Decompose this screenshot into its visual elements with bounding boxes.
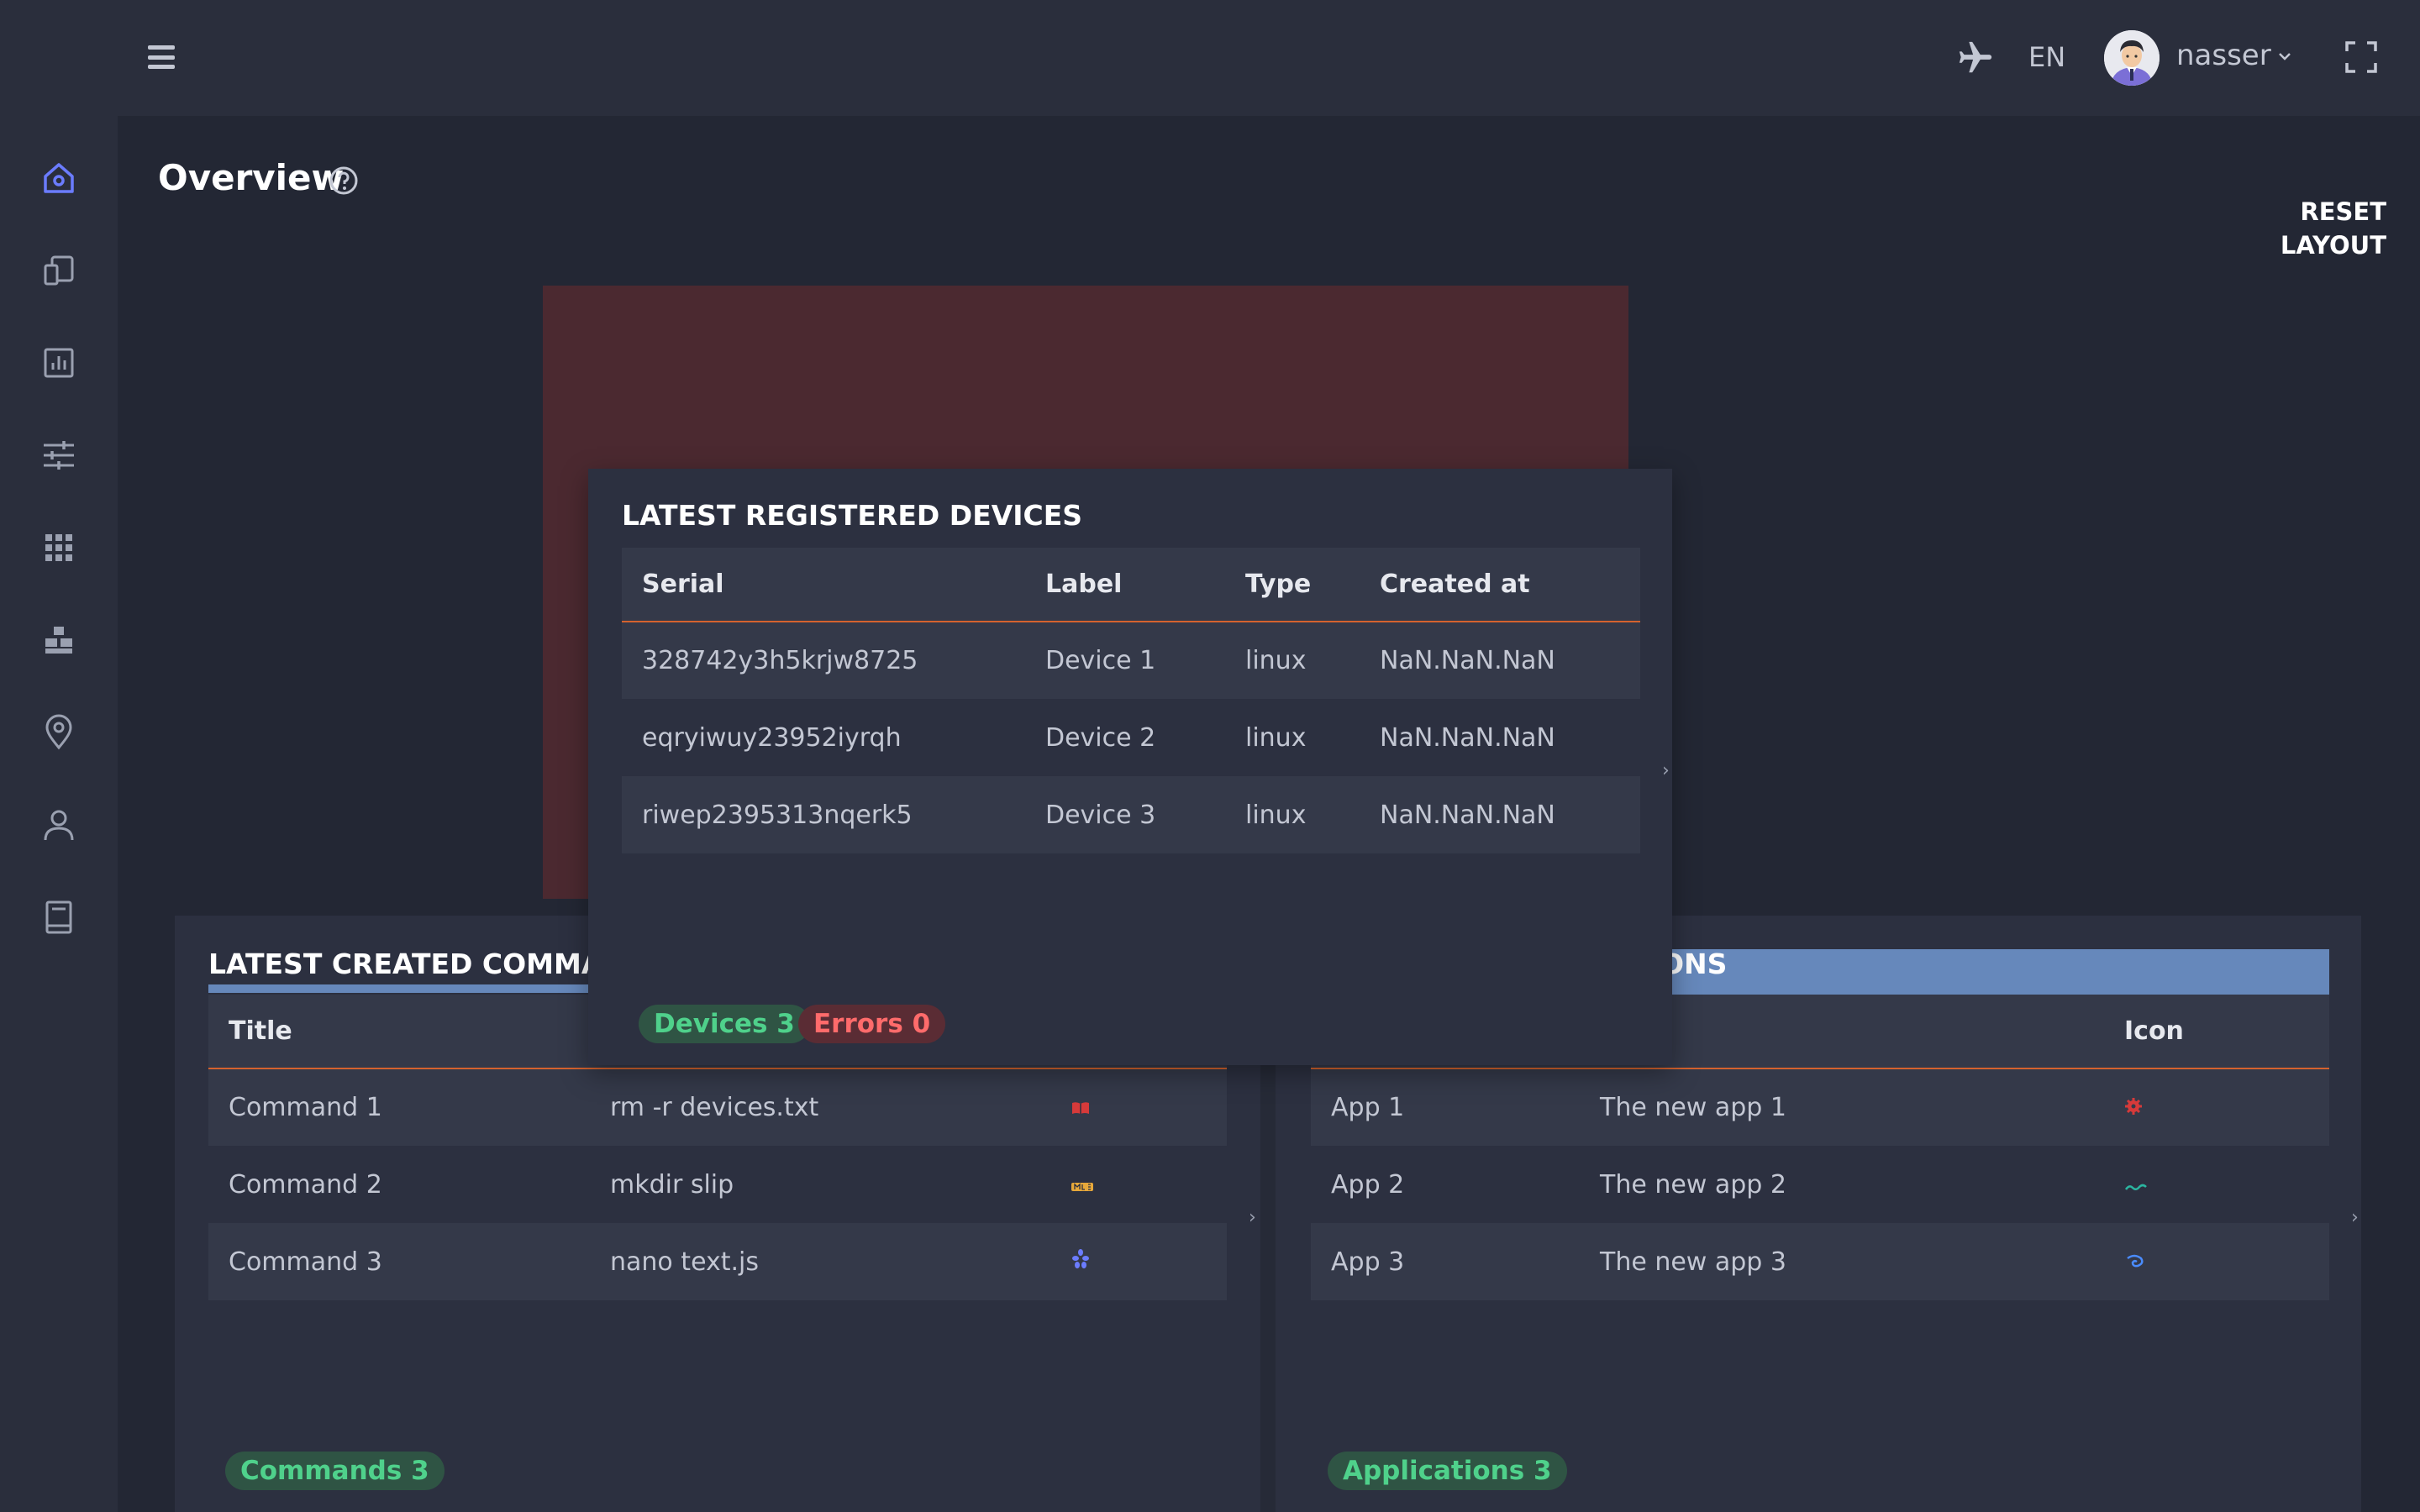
app-description: The new app 2 <box>1580 1146 2104 1223</box>
table-row[interactable]: riwep2395313nqerk5 Device 3 linux NaN.Na… <box>622 776 1640 853</box>
device-serial: riwep2395313nqerk5 <box>622 776 1025 853</box>
scroll-right-icon[interactable]: › <box>1662 762 1679 780</box>
devices-icon[interactable] <box>40 252 77 289</box>
device-label: Device 1 <box>1025 622 1225 699</box>
device-serial: eqryiwuy23952iyrqh <box>622 699 1025 776</box>
column-header[interactable]: Serial <box>622 548 1025 622</box>
table-row[interactable]: eqryiwuy23952iyrqh Device 2 linux NaN.Na… <box>622 699 1640 776</box>
scroll-right-icon[interactable]: › <box>1249 1209 1265 1227</box>
table-row[interactable]: Command 2 mkdir slip <box>208 1146 1227 1223</box>
command-title: Command 1 <box>208 1068 590 1146</box>
device-type: linux <box>1225 622 1360 699</box>
table-row[interactable]: App 1 The new app 1 <box>1311 1068 2329 1146</box>
wave-icon <box>2124 1184 2147 1190</box>
column-header[interactable]: Icon <box>2104 995 2329 1069</box>
page-title: Overview <box>158 157 345 198</box>
device-serial: 328742y3h5krjw8725 <box>622 622 1025 699</box>
command-title: Command 2 <box>208 1146 590 1223</box>
command-text: rm -r devices.txt <box>590 1068 1050 1146</box>
table-row[interactable]: App 3 The new app 3 <box>1311 1223 2329 1300</box>
avatar[interactable] <box>2104 30 2160 86</box>
errors-count-badge: Errors 0 <box>798 1005 946 1043</box>
chart-icon[interactable] <box>40 344 77 381</box>
column-header[interactable]: Title <box>208 995 590 1069</box>
column-header[interactable]: Created at <box>1360 548 1640 622</box>
apps-grid-icon[interactable] <box>40 529 77 566</box>
devices-card[interactable]: LATEST REGISTERED DEVICES Serial Label T… <box>588 469 1672 1065</box>
language-selector[interactable]: EN <box>2028 40 2065 74</box>
help-icon[interactable] <box>328 165 360 197</box>
table-row[interactable]: App 2 The new app 2 <box>1311 1146 2329 1223</box>
applications-count-badge: Applications 3 <box>1328 1452 1567 1490</box>
command-text: mkdir slip <box>590 1146 1050 1223</box>
device-created-at: NaN.NaN.NaN <box>1360 776 1640 853</box>
commands-count-badge: Commands 3 <box>225 1452 445 1490</box>
column-header[interactable]: Label <box>1025 548 1225 622</box>
swirl-icon <box>2127 1254 2144 1267</box>
device-label: Device 2 <box>1025 699 1225 776</box>
scroll-right-icon[interactable]: › <box>2351 1209 2368 1227</box>
sliders-icon[interactable] <box>40 437 77 474</box>
app-title: App 2 <box>1311 1146 1580 1223</box>
user-icon[interactable] <box>40 806 77 843</box>
app-description: The new app 1 <box>1580 1068 2104 1146</box>
devices-card-title: LATEST REGISTERED DEVICES <box>622 499 1083 532</box>
device-created-at: NaN.NaN.NaN <box>1360 699 1640 776</box>
device-created-at: NaN.NaN.NaN <box>1360 622 1640 699</box>
airplane-icon[interactable] <box>1956 39 1995 77</box>
command-title: Command 3 <box>208 1223 590 1300</box>
column-header[interactable]: Type <box>1225 548 1360 622</box>
gear-icon <box>2125 1098 2142 1115</box>
fullscreen-icon[interactable] <box>2344 40 2378 74</box>
home-icon[interactable] <box>40 160 77 197</box>
top-bar: EN nasser <box>0 0 2420 116</box>
chevron-down-icon[interactable] <box>2277 50 2292 62</box>
sidebar <box>0 116 118 1512</box>
table-row[interactable]: 328742y3h5krjw8725 Device 1 linux NaN.Na… <box>622 622 1640 699</box>
commands-title-highlight <box>208 984 588 993</box>
card-divider <box>1260 1065 1276 1512</box>
device-type: linux <box>1225 776 1360 853</box>
flower-icon <box>1072 1248 1089 1268</box>
reset-layout-button[interactable]: RESET LAYOUT <box>2202 195 2386 262</box>
app-title: App 1 <box>1311 1068 1580 1146</box>
app-title: App 3 <box>1311 1223 1580 1300</box>
table-row[interactable]: Command 3 nano text.js <box>208 1223 1227 1300</box>
app-description: The new app 3 <box>1580 1223 2104 1300</box>
applications-title-highlight <box>1630 949 2329 995</box>
book-icon[interactable] <box>40 899 77 936</box>
device-type: linux <box>1225 699 1360 776</box>
table-row[interactable]: Command 1 rm -r devices.txt <box>208 1068 1227 1146</box>
boxes-icon[interactable] <box>40 622 77 659</box>
location-pin-icon[interactable] <box>40 714 77 751</box>
device-label: Device 3 <box>1025 776 1225 853</box>
mds-icon <box>1071 1182 1093 1191</box>
devices-count-badge: Devices 3 <box>639 1005 810 1043</box>
command-text: nano text.js <box>590 1223 1050 1300</box>
devices-table: Serial Label Type Created at 328742y3h5k… <box>622 548 1640 853</box>
username[interactable]: nasser <box>2176 37 2271 74</box>
book-icon <box>1072 1102 1089 1114</box>
menu-icon[interactable] <box>146 42 176 72</box>
